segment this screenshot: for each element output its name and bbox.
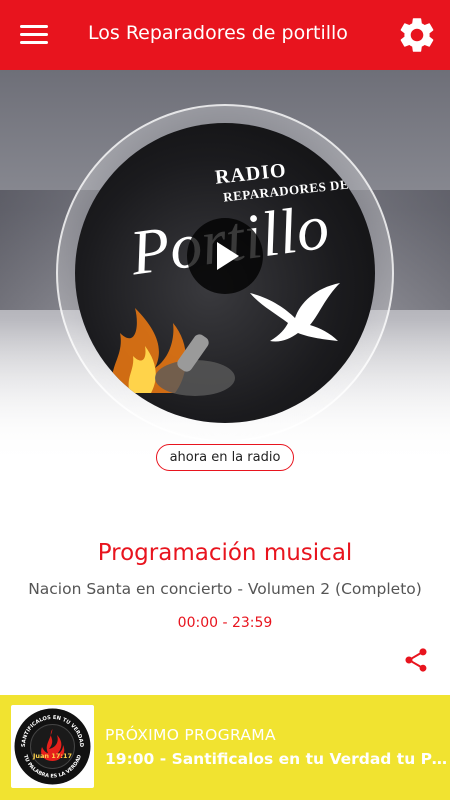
program-subtitle: Nacion Santa en concierto - Volumen 2 (C… [28,580,422,598]
app-bar: Los Reparadores de portillo [0,0,450,70]
dove-icon [250,283,340,342]
next-program-title: 19:00 - Santificalos en tu Verdad tu Pal… [105,750,450,768]
next-program-thumbnail: SANTIFICALOS EN TU VERDAD TU PALABRA ES … [11,705,94,788]
flames-icon [112,308,235,396]
gear-icon[interactable] [396,14,438,56]
next-program-label: PRÓXIMO PROGRAMA [105,726,276,744]
next-program-bar[interactable]: SANTIFICALOS EN TU VERDAD TU PALABRA ES … [0,695,450,800]
program-time: 00:00 - 23:59 [177,615,273,631]
santificalos-logo-icon: SANTIFICALOS EN TU VERDAD TU PALABRA ES … [14,708,91,785]
hamburger-menu-icon[interactable] [14,20,54,50]
share-icon[interactable] [402,646,430,674]
app-title: Los Reparadores de portillo [88,22,348,44]
svg-text:Juan 17:17: Juan 17:17 [32,752,72,760]
program-title: Programación musical [97,540,353,566]
now-on-radio-button[interactable]: ahora en la radio [156,444,294,471]
play-button[interactable] [187,218,263,294]
